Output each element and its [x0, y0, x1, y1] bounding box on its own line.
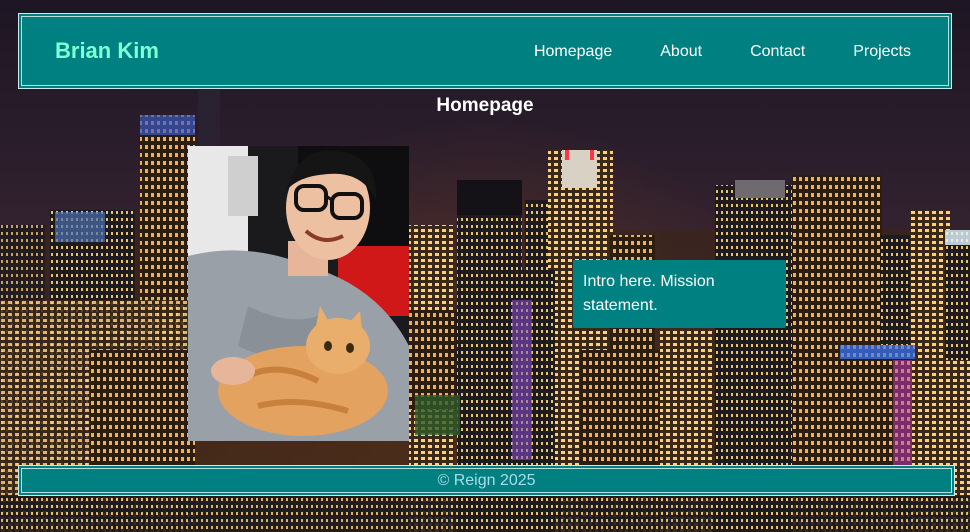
nav-link-about[interactable]: About — [660, 43, 702, 61]
nav-link-contact[interactable]: Contact — [750, 43, 805, 61]
profile-photo — [188, 146, 409, 441]
nav-link-projects[interactable]: Projects — [853, 43, 911, 61]
site-brand[interactable]: Brian Kim — [55, 38, 159, 64]
site-footer: © Reign 2025 — [18, 465, 955, 496]
main-nav: Homepage About Contact Projects — [534, 43, 911, 61]
page-title: Homepage — [436, 95, 534, 116]
site-header: Brian Kim Homepage About Contact Project… — [18, 13, 952, 89]
nav-link-homepage[interactable]: Homepage — [534, 43, 612, 61]
intro-card: Intro here. Mission statement. — [573, 260, 786, 328]
